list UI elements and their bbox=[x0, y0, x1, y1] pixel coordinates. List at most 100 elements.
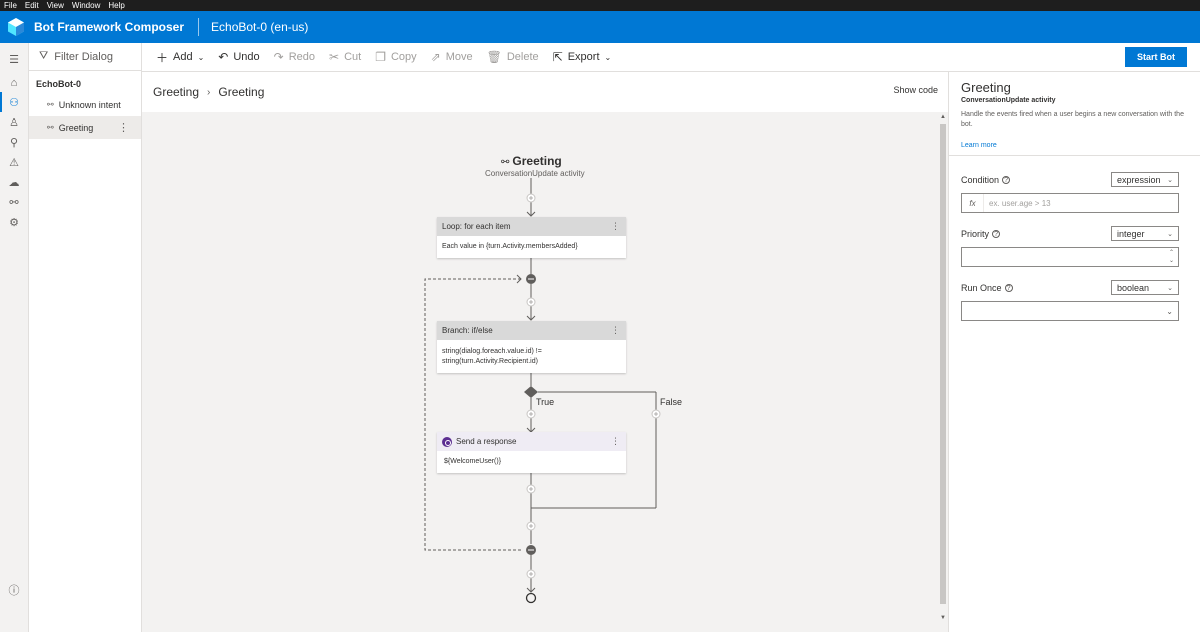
trigger-node-title[interactable]: ⚯ Greeting bbox=[501, 154, 562, 168]
undo-button[interactable]: ↶ Undo bbox=[218, 50, 259, 64]
condition-line-2: string(turn.Activity.Recipient.id) bbox=[442, 358, 538, 365]
properties-title: Greeting bbox=[961, 80, 1011, 95]
card-header: Send a response ⋮ bbox=[437, 432, 626, 451]
app-title: Bot Framework Composer bbox=[34, 20, 185, 34]
add-button[interactable]: ＋ Add ⌄ bbox=[156, 49, 204, 66]
fx-icon: fx bbox=[962, 194, 984, 212]
warning-icon[interactable]: ⚠ bbox=[7, 155, 21, 169]
redo-button[interactable]: ↷ Redo bbox=[274, 50, 315, 64]
redo-icon: ↷ bbox=[273, 50, 284, 64]
properties-subtitle: ConversationUpdate activity bbox=[961, 97, 1056, 104]
tree-item-unknown-intent[interactable]: ⚯ Unknown intent bbox=[29, 93, 141, 116]
menu-edit[interactable]: Edit bbox=[21, 0, 43, 11]
more-options-icon[interactable]: ⋮ bbox=[611, 221, 620, 232]
priority-number-input[interactable]: ⌃ ⌄ bbox=[961, 247, 1179, 267]
scroll-up-icon[interactable]: ▲ bbox=[940, 114, 946, 120]
settings-gear-icon[interactable]: ⚙ bbox=[7, 215, 21, 229]
start-bot-button[interactable]: Start Bot bbox=[1125, 47, 1187, 67]
chevron-down-icon: ⌄ bbox=[1167, 176, 1173, 184]
move-label: Move bbox=[445, 51, 473, 63]
composer-logo-icon bbox=[6, 17, 26, 37]
tree-root-echobot[interactable]: EchoBot-0 bbox=[29, 71, 141, 93]
undo-label: Undo bbox=[233, 51, 260, 63]
spinner-arrows-icon[interactable]: ⌃ ⌄ bbox=[1169, 249, 1174, 265]
trigger-icon: ⚯ bbox=[47, 100, 54, 109]
send-response-card[interactable]: Send a response ⋮ ${WelcomeUser()} bbox=[437, 432, 626, 473]
export-label: Export bbox=[567, 51, 600, 63]
card-title: Send a response bbox=[456, 437, 517, 446]
filter-placeholder: Filter Dialog bbox=[54, 50, 113, 63]
run-once-type-value: boolean bbox=[1117, 282, 1150, 293]
menu-window[interactable]: Window bbox=[68, 0, 104, 11]
flow-canvas[interactable]: ⚯ Greeting ConversationUpdate activity Lo… bbox=[142, 112, 938, 626]
branch-ifelse-card[interactable]: Branch: if/else ⋮ string(dialog.foreach.… bbox=[437, 321, 626, 373]
export-button[interactable]: ⇱ Export ⌄ bbox=[553, 50, 612, 64]
add-label: Add bbox=[173, 51, 193, 63]
menu-help[interactable]: Help bbox=[104, 0, 128, 11]
copy-button[interactable]: ❐ Copy bbox=[375, 50, 416, 64]
chevron-down-icon: ⌄ bbox=[604, 52, 612, 62]
condition-line-1: string(dialog.foreach.value.id) != bbox=[442, 348, 542, 355]
more-options-icon[interactable]: ⋮ bbox=[611, 325, 620, 336]
card-header: Branch: if/else ⋮ bbox=[437, 321, 626, 340]
card-title: Loop: for each item bbox=[442, 222, 511, 231]
card-header: Loop: for each item ⋮ bbox=[437, 217, 626, 236]
priority-field: Priority ? integer ⌄ ⌃ ⌄ bbox=[961, 226, 1179, 267]
info-icon[interactable]: ? bbox=[1004, 284, 1013, 292]
breadcrumb-item-trigger[interactable]: Greeting bbox=[153, 85, 199, 99]
menu-view[interactable]: View bbox=[43, 0, 68, 11]
more-options-icon[interactable]: ⋮ bbox=[611, 436, 620, 447]
show-code-button[interactable]: Show code bbox=[893, 85, 938, 95]
run-once-label-text: Run Once bbox=[961, 283, 1002, 293]
filter-icon: ⛛ bbox=[39, 50, 49, 62]
card-body: Each value in {turn.Activity.membersAdde… bbox=[442, 243, 578, 250]
copy-label: Copy bbox=[390, 51, 417, 63]
move-button[interactable]: ⇗ Move bbox=[431, 50, 473, 64]
run-once-dropdown[interactable]: ⌄ bbox=[961, 301, 1179, 321]
breadcrumb-item-current[interactable]: Greeting bbox=[218, 85, 264, 99]
delete-label: Delete bbox=[506, 51, 539, 63]
filter-dialog-input[interactable]: ⛛ Filter Dialog bbox=[29, 43, 141, 71]
trigger-node-subtitle: ConversationUpdate activity bbox=[485, 169, 585, 178]
info-icon[interactable]: ? bbox=[1002, 176, 1011, 184]
cut-label: Cut bbox=[344, 51, 362, 63]
canvas-vertical-scrollbar[interactable]: ▲ ▼ bbox=[938, 112, 948, 626]
move-icon: ⇗ bbox=[430, 50, 441, 64]
condition-expression-input[interactable]: fx ex. user.age > 13 bbox=[961, 193, 1179, 213]
delete-button[interactable]: 🗑 Delete bbox=[487, 50, 539, 64]
trash-icon: 🗑 bbox=[486, 50, 502, 64]
menu-file[interactable]: File bbox=[0, 0, 21, 11]
chevron-down-icon: ⌄ bbox=[1167, 230, 1173, 238]
home-icon[interactable]: ⌂ bbox=[7, 76, 21, 90]
properties-description: Handle the events fired when a user begi… bbox=[961, 111, 1184, 128]
bot-responses-icon[interactable]: ♙ bbox=[7, 115, 21, 129]
app-header: Bot Framework Composer EchoBot-0 (en-us) bbox=[0, 11, 1200, 43]
canvas-horizontal-scrollbar[interactable] bbox=[142, 626, 948, 632]
hamburger-icon[interactable]: ☰ bbox=[7, 52, 21, 66]
more-options-icon[interactable]: ⋮ bbox=[118, 121, 129, 134]
cut-button[interactable]: ✂ Cut bbox=[329, 50, 361, 64]
menu-bar: File Edit View Window Help bbox=[0, 0, 1200, 11]
priority-type-select[interactable]: integer ⌄ bbox=[1111, 226, 1179, 241]
learn-more-link[interactable]: Learn more bbox=[961, 142, 1188, 149]
publish-cloud-icon[interactable]: ☁ bbox=[7, 175, 21, 189]
condition-type-select[interactable]: expression ⌄ bbox=[1111, 172, 1179, 187]
run-once-type-select[interactable]: boolean ⌄ bbox=[1111, 280, 1179, 295]
trigger-icon: ⚯ bbox=[501, 157, 510, 168]
condition-type-value: expression bbox=[1117, 174, 1161, 185]
tree-item-label: Greeting bbox=[58, 122, 94, 133]
loop-foreach-card[interactable]: Loop: for each item ⋮ Each value in {tur… bbox=[437, 217, 626, 258]
plus-icon: ＋ bbox=[156, 50, 169, 65]
undo-icon: ↶ bbox=[218, 50, 229, 64]
tree-item-greeting[interactable]: ⚯ Greeting ⋮ bbox=[29, 116, 141, 139]
info-icon[interactable]: ⓘ bbox=[7, 583, 21, 597]
info-icon[interactable]: ? bbox=[992, 230, 1001, 238]
redo-label: Redo bbox=[288, 51, 316, 63]
scroll-down-icon[interactable]: ▼ bbox=[940, 615, 946, 621]
chevron-down-icon: ⌄ bbox=[1166, 306, 1173, 316]
skills-icon[interactable]: ⚯ bbox=[7, 195, 21, 209]
design-flow-icon[interactable]: ⚇ bbox=[0, 92, 21, 112]
scrollbar-thumb[interactable] bbox=[940, 124, 946, 604]
send-response-icon bbox=[442, 436, 452, 447]
user-input-icon[interactable]: ⚲ bbox=[7, 135, 21, 149]
